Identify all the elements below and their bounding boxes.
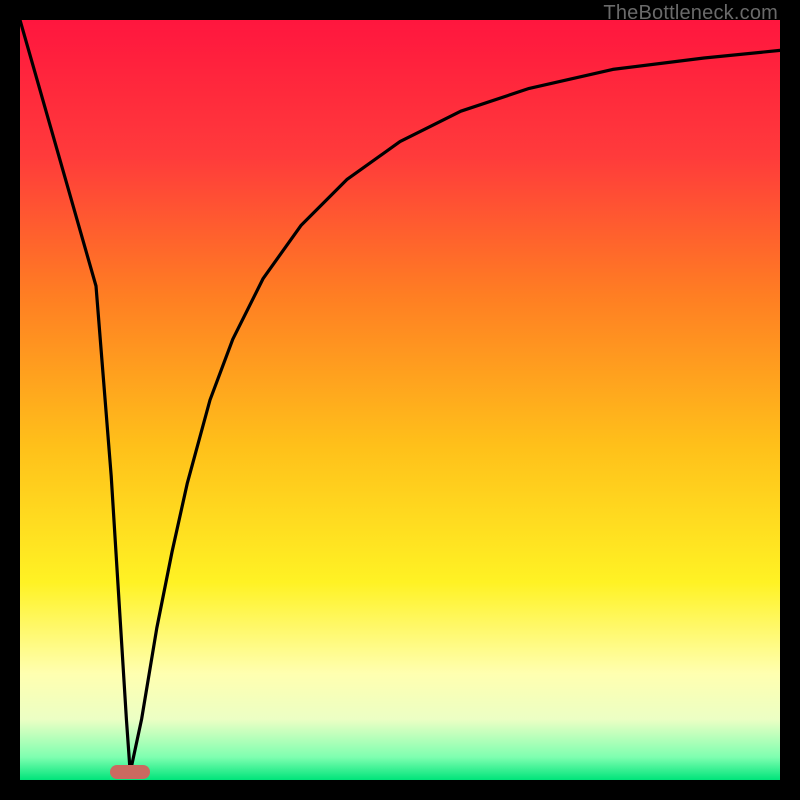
chart-frame: TheBottleneck.com bbox=[0, 0, 800, 800]
curve-layer bbox=[20, 20, 780, 780]
plot-area bbox=[20, 20, 780, 780]
attribution-label: TheBottleneck.com bbox=[603, 2, 778, 25]
bottleneck-curve bbox=[20, 20, 780, 772]
optimal-marker bbox=[110, 765, 150, 779]
